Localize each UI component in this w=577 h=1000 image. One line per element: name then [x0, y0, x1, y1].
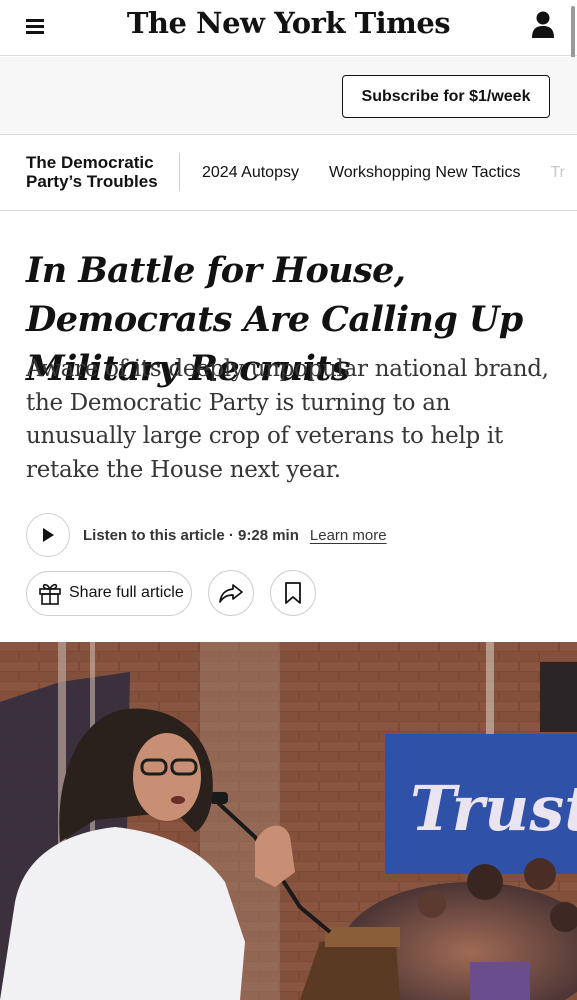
gift-icon: [39, 583, 61, 605]
user-account-icon[interactable]: [531, 10, 555, 40]
bookmark-icon: [285, 582, 301, 604]
subscribe-bar: Subscribe for $1/week: [0, 57, 577, 135]
audio-player: Listen to this article · 9:28 min Learn …: [26, 513, 387, 557]
share-full-article-button[interactable]: Share full article: [26, 570, 192, 616]
share-arrow-icon: [219, 584, 243, 603]
share-tools: Share full article: [26, 570, 316, 616]
nav-link-workshopping-new-tactics[interactable]: Workshopping New Tactics: [329, 164, 521, 182]
play-button[interactable]: [26, 513, 70, 557]
section-divider: [179, 153, 180, 191]
lead-photo: Trust: [0, 642, 577, 1000]
share-full-article-label: Share full article: [69, 584, 184, 601]
audio-label: Listen to this article · 9:28 min: [83, 526, 299, 544]
nav-link-2024-autopsy[interactable]: 2024 Autopsy: [202, 164, 299, 182]
subscribe-button[interactable]: Subscribe for $1/week: [342, 75, 550, 118]
section-title[interactable]: The Democratic Party’s Troubles: [26, 153, 176, 191]
learn-more-link[interactable]: Learn more: [310, 527, 387, 544]
trust-banner: Trust: [385, 734, 577, 874]
section-nav: The Democratic Party’s Troubles 2024 Aut…: [0, 136, 577, 211]
section-nav-links: 2024 Autopsy Workshopping New Tactics Tr: [202, 164, 565, 182]
save-button[interactable]: [270, 570, 316, 616]
banner-text: Trust: [410, 772, 577, 845]
nyt-logo[interactable]: The New York Times: [0, 6, 577, 40]
share-button[interactable]: [208, 570, 254, 616]
article-summary: Aware of its deeply unpopular national b…: [26, 356, 549, 483]
play-icon: [43, 528, 54, 542]
masthead: The New York Times: [0, 0, 577, 68]
nav-link-truncated[interactable]: Tr: [550, 164, 565, 182]
